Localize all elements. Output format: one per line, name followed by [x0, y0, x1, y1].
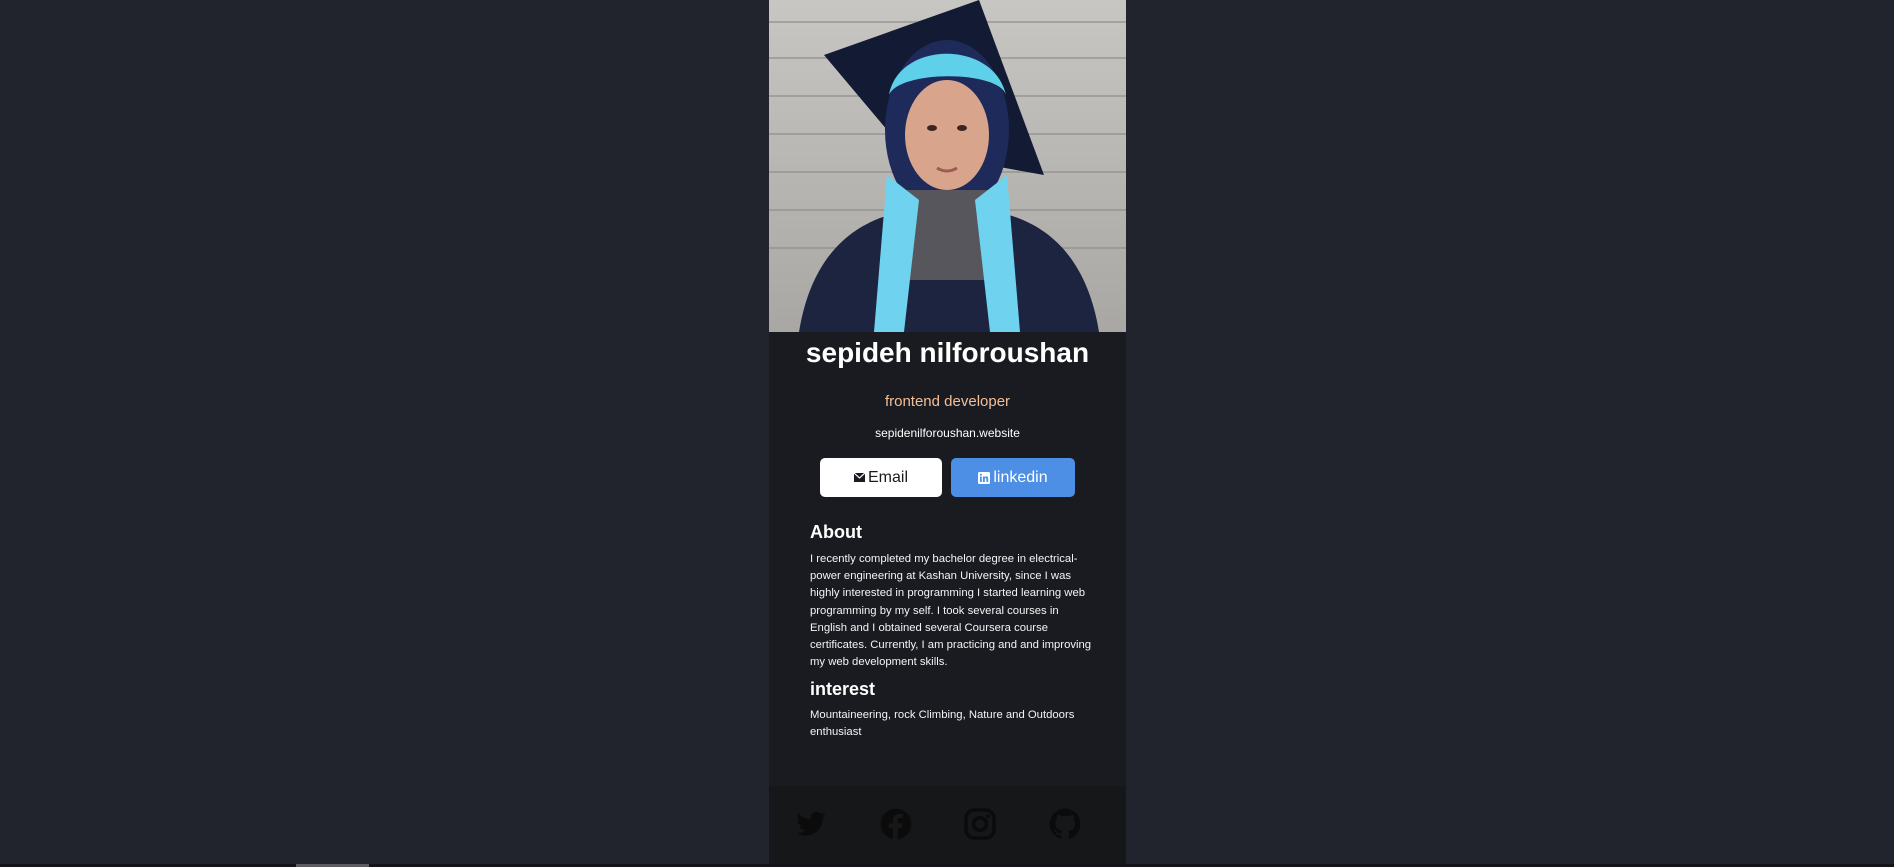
about-text: I recently completed my bachelor degree … [810, 553, 1092, 669]
profile-role: frontend developer [884, 393, 1011, 410]
linkedin-button-label: linkedin [993, 468, 1048, 486]
interest-heading: interest [810, 679, 876, 699]
instagram-icon[interactable] [964, 808, 996, 840]
profile-card: sepideh nilforoushan frontend developer … [769, 0, 1126, 864]
graduation-portrait-image [769, 0, 1126, 332]
website-link[interactable]: sepidenilforoushan.website [769, 425, 1126, 441]
linkedin-icon [978, 471, 991, 484]
facebook-icon[interactable] [880, 808, 912, 840]
about-heading: About [810, 522, 862, 542]
interest-text: Mountaineering, rock Climbing, Nature an… [810, 709, 1075, 739]
envelope-icon [853, 473, 865, 482]
github-icon[interactable] [1049, 808, 1081, 840]
email-button-label: Email [867, 468, 908, 486]
twitter-icon[interactable] [795, 808, 827, 840]
linkedin-button[interactable]: linkedin [951, 458, 1075, 497]
profile-photo [769, 0, 1126, 332]
page: sepideh nilforoushan frontend developer … [0, 0, 1894, 867]
social-footer [769, 786, 1126, 864]
profile-name: sepideh nilforoushan [805, 337, 1090, 368]
email-button[interactable]: Email [820, 458, 942, 497]
